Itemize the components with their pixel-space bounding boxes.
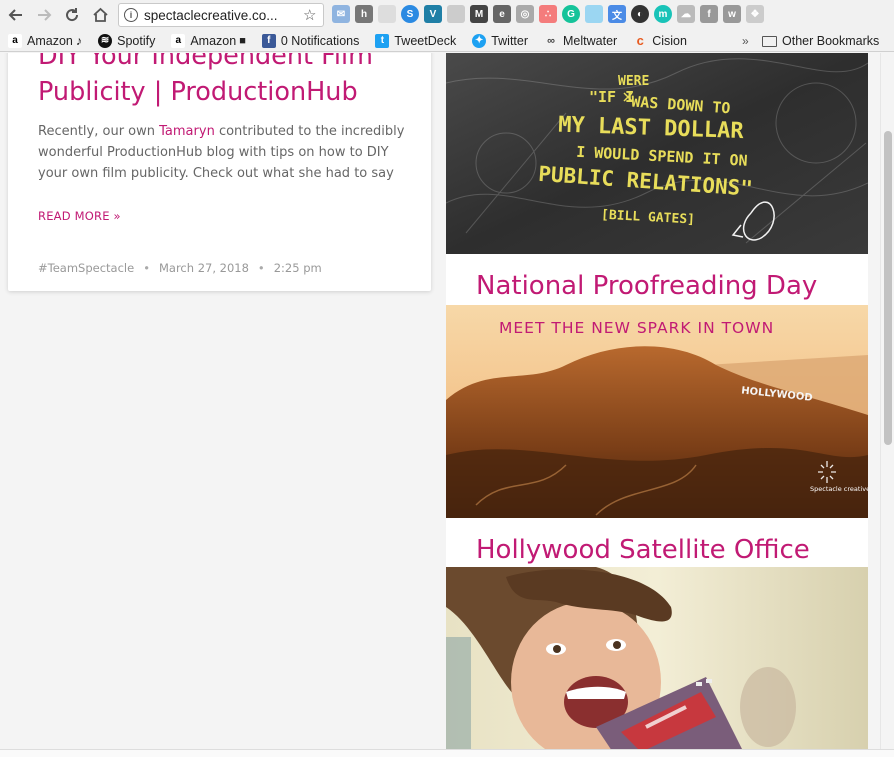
bookmark-spotify[interactable]: ≋ Spotify	[90, 33, 163, 48]
window-bottom-edge	[0, 749, 894, 757]
post-title-band: Hollywood Satellite Office	[446, 518, 868, 567]
other-bookmarks-folder[interactable]: Other Bookmarks	[762, 30, 879, 52]
hubspot-extension-icon[interactable]: h	[355, 5, 373, 23]
puzzle-extension-icon[interactable]	[447, 5, 465, 23]
post-date: March 27, 2018	[158, 261, 249, 275]
scrollbar-thumb[interactable]	[884, 131, 892, 445]
mail-extension-icon[interactable]: ✉	[332, 5, 350, 23]
back-arrow-icon	[8, 9, 22, 21]
home-icon	[92, 7, 108, 22]
hollywood-hills-image: HOLLYWOOD MEET THE NEW SPARK IN TOWN Spe…	[446, 305, 868, 518]
url-text: spectaclecreative.co...	[144, 7, 278, 23]
camera-extension-icon[interactable]: ◎	[516, 5, 534, 23]
w-extension-icon[interactable]: w	[723, 5, 741, 23]
quote-image[interactable]: "IF I WERE WAS DOWN TO MY LAST DOLLAR I …	[446, 53, 868, 254]
amazon-icon: a	[8, 33, 22, 48]
forward-button[interactable]	[30, 1, 58, 29]
svg-text:WERE: WERE	[618, 74, 649, 89]
evernote-extension-icon[interactable]: e	[493, 5, 511, 23]
post-excerpt: Recently, our own Tamaryn contributed to…	[38, 124, 405, 181]
office-selfie-image	[446, 567, 868, 757]
svg-text:Spectacle creative media: Spectacle creative media	[810, 485, 868, 493]
selfie-image[interactable]	[446, 567, 868, 757]
dropbox-extension-icon[interactable]: ❖	[746, 5, 764, 23]
facebook-icon: f	[261, 33, 276, 48]
post-title-link[interactable]: National Proofreading Day	[476, 271, 817, 301]
post-meta: #TeamSpectacle • March 27, 2018 • 2:25 p…	[38, 261, 322, 275]
bookmarks-bar: a Amazon ♪ ≋ Spotify a Amazon ■ f 0 Noti…	[0, 30, 894, 52]
read-more-link[interactable]: READ MORE »	[38, 209, 121, 223]
clipper-extension-icon[interactable]	[378, 5, 396, 23]
asana-extension-icon[interactable]: ∴	[539, 5, 557, 23]
bookmark-facebook-notifications[interactable]: f 0 Notifications	[254, 33, 368, 48]
post-title-band: National Proofreading Day	[446, 254, 868, 305]
bookmark-meltwater[interactable]: ∞ Meltwater	[536, 34, 625, 48]
translate-extension-icon[interactable]: 文	[608, 5, 626, 23]
bookmark-cision[interactable]: c Cision	[625, 33, 695, 48]
skype-extension-icon[interactable]: S	[401, 5, 419, 23]
more-bookmarks-chevron-icon[interactable]: »	[742, 30, 749, 52]
post-title-link[interactable]: DIY Your Independent Film Publicity | Pr…	[38, 53, 418, 110]
home-button[interactable]	[86, 1, 114, 29]
page-scrollbar[interactable]	[880, 53, 894, 757]
forward-arrow-icon	[38, 9, 52, 21]
grammarly-extension-icon[interactable]: G	[562, 5, 580, 23]
feedly-extension-icon[interactable]: f	[700, 5, 718, 23]
cloud-extension-icon[interactable]: ☁	[677, 5, 695, 23]
twitter-icon: ✦	[472, 33, 487, 48]
amazon-icon: a	[171, 33, 186, 48]
bookmark-tweetdeck[interactable]: t TweetDeck	[367, 33, 464, 48]
blog-post-card: DIY Your Independent Film Publicity | Pr…	[8, 53, 431, 291]
svg-text:MEET THE NEW SPARK IN TOWN: MEET THE NEW SPARK IN TOWN	[499, 319, 774, 337]
reload-icon	[66, 8, 79, 22]
info-icon[interactable]: i	[124, 8, 138, 22]
folder-icon	[762, 35, 777, 47]
post-time: 2:25 pm	[273, 261, 322, 275]
address-bar[interactable]: i spectaclecreative.co... ☆	[118, 3, 324, 27]
reload-button[interactable]	[58, 1, 86, 29]
bookmark-amazon-music[interactable]: a Amazon ♪	[0, 33, 90, 48]
post-title-link[interactable]: Hollywood Satellite Office	[476, 535, 810, 565]
music-note-icon: ♪	[75, 33, 83, 48]
tweetdeck-icon: t	[375, 33, 390, 48]
medium-extension-icon[interactable]: M	[470, 5, 488, 23]
hollywood-image[interactable]: HOLLYWOOD MEET THE NEW SPARK IN TOWN Spe…	[446, 305, 868, 518]
cision-icon: c	[636, 33, 644, 48]
dark-mode-extension-icon[interactable]: ◐	[631, 5, 649, 23]
bookmark-star-icon[interactable]: ☆	[303, 6, 323, 24]
back-button[interactable]	[2, 1, 30, 29]
post-tag-link[interactable]: #TeamSpectacle	[38, 261, 134, 275]
right-post-column: "IF I WERE WAS DOWN TO MY LAST DOLLAR I …	[446, 53, 868, 757]
page-viewport: DIY Your Independent Film Publicity | Pr…	[0, 53, 894, 757]
extension-icons: ✉ h S V M e ◎ ∴ G 文 ◐ m ☁ f w ❖	[332, 5, 764, 25]
author-link[interactable]: Tamaryn	[159, 124, 215, 139]
camera-icon: ■	[239, 34, 246, 47]
docs-extension-icon[interactable]	[585, 5, 603, 23]
bookmark-amazon-video[interactable]: a Amazon ■	[163, 33, 254, 48]
bill-gates-quote-image: "IF I WERE WAS DOWN TO MY LAST DOLLAR I …	[446, 53, 868, 254]
vimeo-extension-icon[interactable]: V	[424, 5, 442, 23]
browser-toolbar: i spectaclecreative.co... ☆ ✉ h S V M e …	[0, 0, 894, 30]
meltwater-icon: ∞	[547, 34, 555, 47]
spotify-icon: ≋	[98, 33, 113, 48]
m-extension-icon[interactable]: m	[654, 5, 672, 23]
bookmark-twitter[interactable]: ✦ Twitter	[464, 33, 536, 48]
